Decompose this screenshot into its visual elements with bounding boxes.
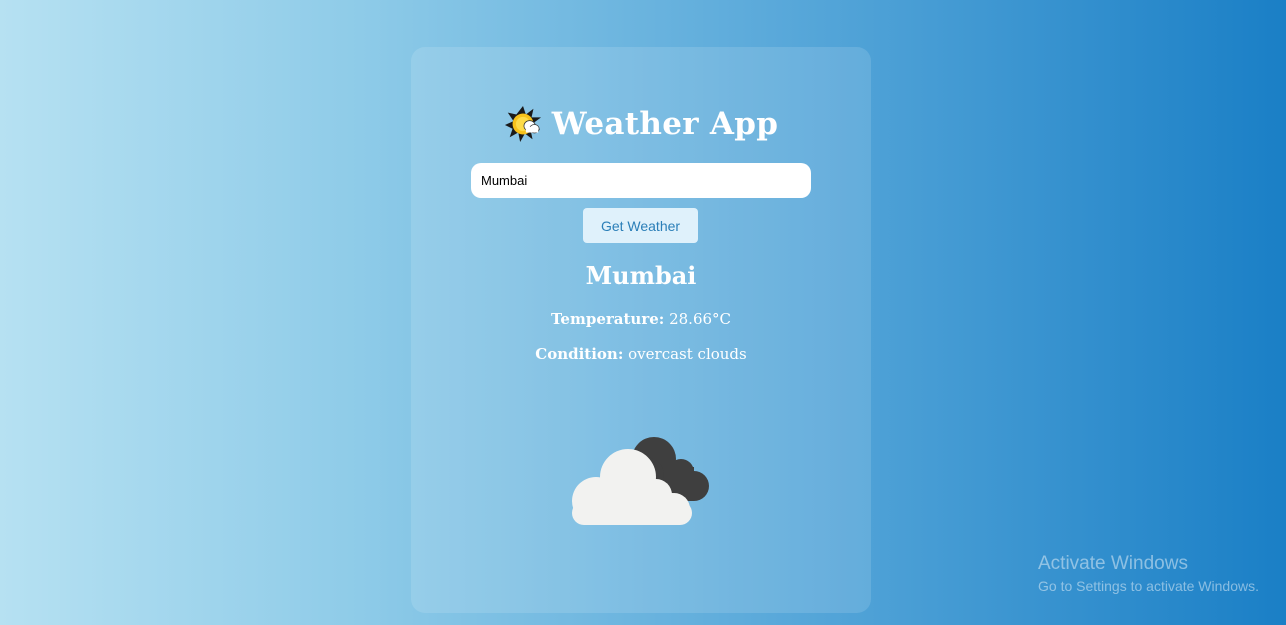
windows-activation-watermark: Activate Windows Go to Settings to activ… [1038, 553, 1259, 597]
app-header: Weather App [411, 105, 871, 143]
activation-subtitle: Go to Settings to activate Windows. [1038, 578, 1259, 594]
overcast-clouds-icon [572, 437, 709, 525]
temperature-row: Temperature: 28.66°C [411, 310, 871, 328]
get-weather-button[interactable]: Get Weather [583, 208, 698, 243]
temperature-value: 28.66°C [669, 310, 732, 328]
weather-card: Weather App Get Weather Mumbai Temperatu… [411, 47, 871, 613]
city-search-input[interactable] [471, 163, 811, 198]
condition-row: Condition: overcast clouds [411, 345, 871, 363]
condition-label: Condition: [535, 345, 624, 363]
activation-title: Activate Windows [1038, 553, 1188, 574]
page-title: Weather App [551, 106, 779, 142]
result-city-name: Mumbai [585, 261, 697, 290]
temperature-label: Temperature: [550, 310, 665, 328]
sun-behind-cloud-icon [504, 105, 541, 143]
condition-value: overcast clouds [628, 345, 747, 363]
